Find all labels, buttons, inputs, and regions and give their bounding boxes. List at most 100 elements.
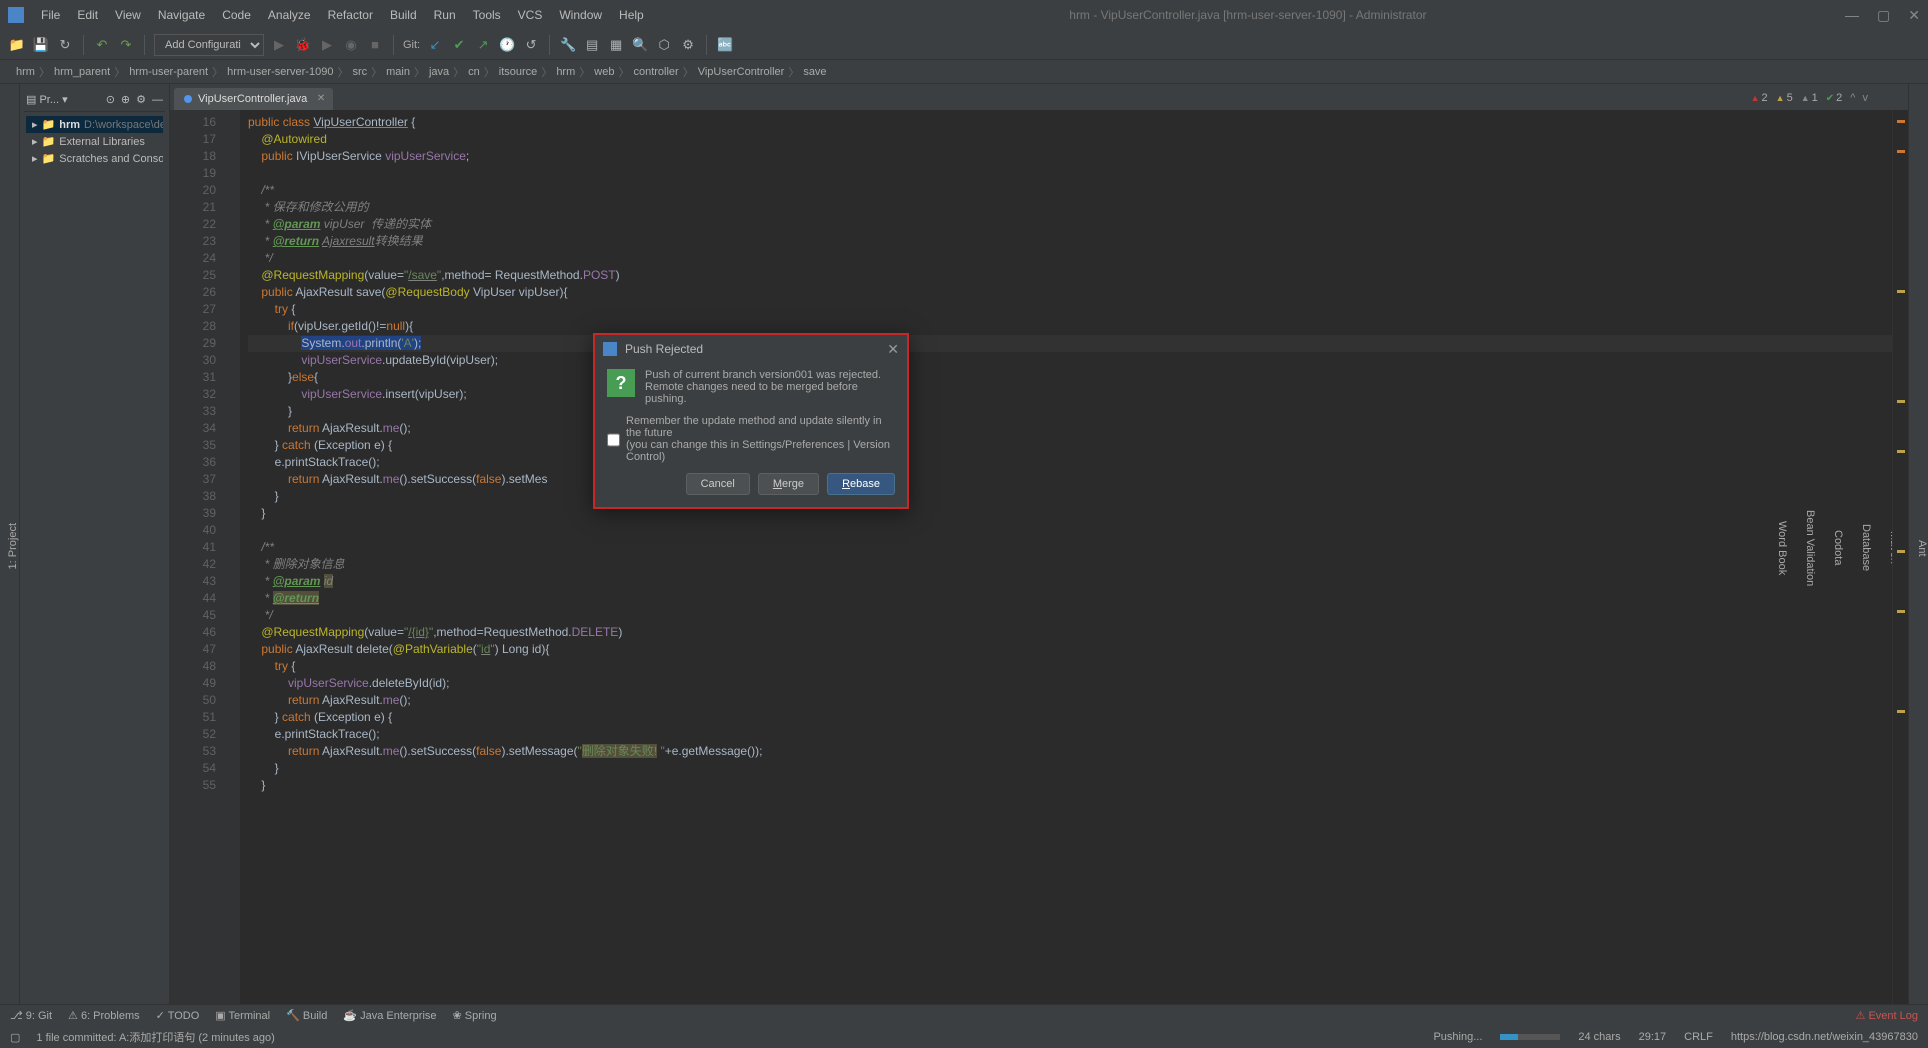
git-push-icon[interactable]: ↗ — [474, 36, 492, 54]
undo-icon[interactable]: ↶ — [93, 36, 111, 54]
git-commit-icon[interactable]: ✔ — [450, 36, 468, 54]
bottom-tool-1[interactable]: ⚠ 6: Problems — [68, 1009, 140, 1022]
project-tree[interactable]: ▸ 📁 hrm D:\workspace\de▸ 📁 External Libr… — [24, 112, 165, 171]
bottom-tool-3[interactable]: ▣ Terminal — [215, 1009, 270, 1022]
code-line[interactable]: * 保存和修改公用的 — [248, 199, 1892, 216]
code-line[interactable]: try { — [248, 301, 1892, 318]
code-line[interactable]: vipUserService.insert(vipUser); — [248, 386, 1892, 403]
bottom-tool-0[interactable]: ⎇ 9: Git — [10, 1009, 52, 1022]
collapse-icon[interactable]: ⊙ — [106, 93, 115, 106]
code-line[interactable]: vipUserService.deleteById(id); — [248, 675, 1892, 692]
crumb-4[interactable]: src — [352, 66, 367, 78]
code-line[interactable]: } catch (Exception e) { — [248, 437, 1892, 454]
crumb-1[interactable]: hrm_parent — [54, 66, 110, 78]
menu-run[interactable]: Run — [427, 4, 463, 26]
bottom-tool-4[interactable]: 🔨 Build — [286, 1009, 327, 1022]
code-line[interactable]: return AjaxResult.me(); — [248, 420, 1892, 437]
run-config-select[interactable]: Add Configuration... — [154, 34, 264, 56]
menu-navigate[interactable]: Navigate — [151, 4, 212, 26]
crumb-13[interactable]: save — [803, 66, 826, 78]
git-update-icon[interactable]: ↙ — [426, 36, 444, 54]
tab-close-icon[interactable]: ✕ — [317, 93, 325, 104]
code-line[interactable] — [248, 522, 1892, 539]
magnet-icon[interactable]: ⬡ — [655, 36, 673, 54]
crumb-2[interactable]: hrm-user-parent — [129, 66, 208, 78]
code-line[interactable]: } — [248, 777, 1892, 794]
toolbox1-icon[interactable]: ▦ — [607, 36, 625, 54]
search-icon[interactable]: 🔍 — [631, 36, 649, 54]
redo-icon[interactable]: ↷ — [117, 36, 135, 54]
tree-item[interactable]: ▸ 📁 External Libraries — [26, 133, 163, 150]
code-line[interactable]: System.out.println('A'); — [248, 335, 1892, 352]
target-icon[interactable]: ⊕ — [121, 93, 130, 106]
rebase-button[interactable]: Rebase — [827, 473, 895, 495]
menu-tools[interactable]: Tools — [466, 4, 508, 26]
event-log-button[interactable]: ⚠ Event Log — [1856, 1009, 1918, 1022]
code-line[interactable]: public AjaxResult delete(@PathVariable("… — [248, 641, 1892, 658]
code-line[interactable]: e.printStackTrace(); — [248, 726, 1892, 743]
settings-icon[interactable]: ⚙ — [679, 36, 697, 54]
bottom-tool-2[interactable]: ✓ TODO — [156, 1009, 200, 1022]
menu-analyze[interactable]: Analyze — [261, 4, 318, 26]
structure-icon[interactable]: ▤ — [583, 36, 601, 54]
inspection-summary[interactable]: 2 5 1 2 ^ v — [1751, 92, 1870, 104]
code-line[interactable]: * @param id — [248, 573, 1892, 590]
crumb-3[interactable]: hrm-user-server-1090 — [227, 66, 333, 78]
profile-icon[interactable]: ◉ — [342, 36, 360, 54]
gear-icon[interactable]: ⚙ — [136, 93, 146, 106]
code-line[interactable]: */ — [248, 250, 1892, 267]
code-line[interactable]: * @param vipUser 传递的实体 — [248, 216, 1892, 233]
crumb-5[interactable]: main — [386, 66, 410, 78]
code-line[interactable]: @RequestMapping(value="/save",method= Re… — [248, 267, 1892, 284]
code-editor[interactable]: 1617181920212223242526272829303132333435… — [170, 110, 1908, 1004]
code-line[interactable]: } — [248, 505, 1892, 522]
menu-build[interactable]: Build — [383, 4, 424, 26]
inspection-nav[interactable]: ^ v — [1850, 92, 1870, 104]
wrench-icon[interactable]: 🔧 — [559, 36, 577, 54]
crumb-9[interactable]: hrm — [556, 66, 575, 78]
code-content[interactable]: public class VipUserController { @Autowi… — [240, 110, 1892, 1004]
run-icon[interactable]: ▶ — [270, 36, 288, 54]
crumb-8[interactable]: itsource — [499, 66, 538, 78]
merge-button[interactable]: Merge — [758, 473, 819, 495]
maximize-icon[interactable]: ▢ — [1877, 7, 1890, 24]
code-line[interactable]: return AjaxResult.me(); — [248, 692, 1892, 709]
tool-ant[interactable]: Ant — [1916, 540, 1928, 557]
status-icon[interactable]: ▢ — [10, 1031, 20, 1044]
menu-vcs[interactable]: VCS — [511, 4, 550, 26]
code-line[interactable]: return AjaxResult.me().setSuccess(false)… — [248, 743, 1892, 760]
menu-help[interactable]: Help — [612, 4, 651, 26]
git-rollback-icon[interactable]: ↺ — [522, 36, 540, 54]
code-line[interactable]: @RequestMapping(value="/{id}",method=Req… — [248, 624, 1892, 641]
code-line[interactable]: }else{ — [248, 369, 1892, 386]
stop-icon[interactable]: ■ — [366, 36, 384, 54]
code-line[interactable] — [248, 165, 1892, 182]
code-line[interactable]: } catch (Exception e) { — [248, 709, 1892, 726]
open-icon[interactable]: 📁 — [8, 36, 26, 54]
save-icon[interactable]: 💾 — [32, 36, 50, 54]
code-line[interactable]: public IVipUserService vipUserService; — [248, 148, 1892, 165]
dialog-titlebar[interactable]: Push Rejected ✕ — [595, 335, 907, 363]
dialog-close-icon[interactable]: ✕ — [887, 341, 899, 358]
code-line[interactable]: /** — [248, 539, 1892, 556]
code-line[interactable]: } — [248, 403, 1892, 420]
code-line[interactable]: * 删除对象信息 — [248, 556, 1892, 573]
menu-code[interactable]: Code — [215, 4, 258, 26]
code-line[interactable]: public class VipUserController { — [248, 114, 1892, 131]
translate-icon[interactable]: 🔤 — [716, 36, 734, 54]
bottom-tool-6[interactable]: ❀ Spring — [453, 1009, 497, 1022]
code-line[interactable]: } — [248, 760, 1892, 777]
tree-item[interactable]: ▸ 📁 hrm D:\workspace\de — [26, 116, 163, 133]
status-crlf[interactable]: CRLF — [1684, 1031, 1713, 1043]
crumb-7[interactable]: cn — [468, 66, 480, 78]
minimize-icon[interactable]: — — [1845, 7, 1859, 24]
cancel-button[interactable]: Cancel — [686, 473, 750, 495]
menu-edit[interactable]: Edit — [70, 4, 105, 26]
crumb-12[interactable]: VipUserController — [698, 66, 785, 78]
code-line[interactable]: e.printStackTrace(); — [248, 454, 1892, 471]
crumb-10[interactable]: web — [594, 66, 614, 78]
error-stripe[interactable] — [1892, 110, 1908, 1004]
menu-window[interactable]: Window — [552, 4, 609, 26]
code-line[interactable]: * @return — [248, 590, 1892, 607]
code-line[interactable]: vipUserService.updateById(vipUser); — [248, 352, 1892, 369]
